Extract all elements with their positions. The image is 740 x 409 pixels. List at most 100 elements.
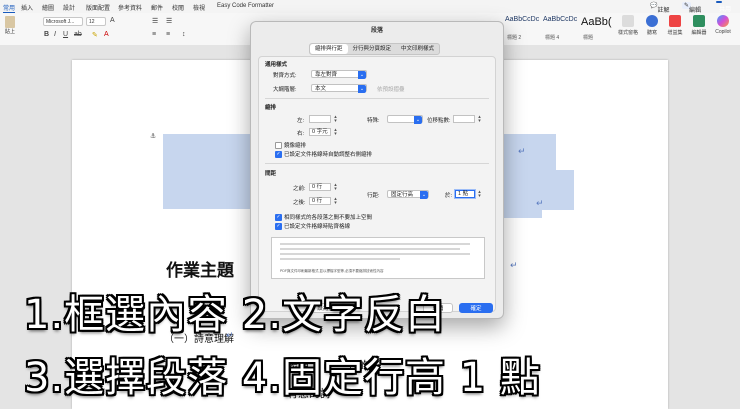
tab-indents-spacing[interactable]: 縮排與行距 [310, 44, 348, 54]
share-button[interactable]: 共用 [716, 1, 731, 13]
indent-right-label: 右: [297, 131, 305, 137]
indent-by-input[interactable] [453, 115, 475, 123]
microphone-icon [646, 15, 658, 27]
line-spacing-select[interactable]: 固定行高 ⌄ [387, 190, 429, 199]
editor-icon [693, 15, 705, 27]
spacing-before-label: 之前: [293, 186, 306, 192]
style-heading-2-preview: AaBbCcDc [505, 16, 540, 23]
paragraph-mark: ↵ [518, 146, 526, 156]
italic-button[interactable]: I [54, 31, 56, 38]
alignment-select[interactable]: 靠左對齊 ⌄ [311, 70, 367, 79]
style-heading-4-label: 標題 4 [545, 35, 560, 41]
overlay-caption-line-2: 3.選擇段落 4.固定行高 1 點 [24, 355, 541, 401]
indent-left-stepper[interactable]: ▴ ▾ [333, 115, 338, 124]
indent-by-stepper[interactable]: ▴ ▾ [477, 115, 482, 124]
indent-by-label: 位移點數: [427, 118, 451, 124]
preview-line [280, 258, 400, 260]
style-pane-button[interactable]: 樣式窗格 [617, 15, 639, 36]
overlay-caption-line-1: 1.框選內容 2.文字反白 [24, 292, 447, 338]
bullets-icon[interactable]: ☰ [152, 17, 158, 25]
tab-review[interactable]: 校閱 [172, 3, 184, 12]
editor-button[interactable]: 編輯器 [688, 15, 710, 36]
clipboard-icon [5, 16, 15, 28]
line-spacing-label: 行距: [367, 193, 380, 199]
copilot-button[interactable]: Copilot [712, 15, 734, 35]
edit-mode-button[interactable]: ✎ 編輯 [682, 2, 701, 14]
style-heading-2-label: 標題 2 [507, 35, 522, 41]
tab-view[interactable]: 檢視 [193, 3, 205, 12]
chevron-down-icon: ⌄ [358, 85, 366, 93]
ok-button[interactable]: 確定 [459, 303, 493, 313]
paragraph-preview: PDF與文件印刷最新格式,並以標楷字型等,必須不要縮排技術性內容 [271, 237, 485, 279]
highlight-icon[interactable]: ✎ [92, 31, 98, 39]
numbering-icon[interactable]: ☰ [166, 17, 172, 25]
tab-insert[interactable]: 插入 [21, 3, 33, 12]
paragraph-mark: ↵ [510, 260, 518, 270]
snap-to-grid-checkbox[interactable]: ✓ [275, 223, 282, 230]
indent-right-stepper[interactable]: ▴ ▾ [333, 128, 338, 137]
font-grow-icon[interactable]: A [110, 17, 115, 24]
spacing-after-input[interactable]: 0 行 [309, 197, 331, 205]
indent-left-input[interactable] [309, 115, 331, 123]
paragraph-dialog: 段落 縮排與行距 分行與分頁設定 中文印刷樣式 通用樣式 對齊方式: 靠左對齊 … [250, 21, 504, 319]
document-heading[interactable]: 作業主題 [166, 256, 234, 281]
anchor-icon: ⚓ [150, 133, 157, 140]
tab-design[interactable]: 設計 [63, 3, 75, 12]
align-center-icon[interactable]: ≡ [166, 31, 170, 38]
tab-draw[interactable]: 繪圖 [42, 3, 54, 12]
underline-button[interactable]: U [63, 31, 68, 38]
auto-adjust-indent-checkbox[interactable]: ✓ [275, 151, 282, 158]
style-title[interactable]: AaBb( 標題 [581, 16, 615, 42]
tab-references[interactable]: 參考資料 [118, 3, 142, 12]
style-heading-4[interactable]: AaBbCcDc 標題 4 [543, 16, 577, 42]
special-indent-select[interactable]: ⌄ [387, 115, 423, 124]
paste-button[interactable]: 貼上 [3, 16, 17, 35]
indent-left-label: 左: [297, 118, 305, 124]
bold-button[interactable]: B [44, 31, 49, 38]
tab-easy-code-formatter[interactable]: Easy Code Formatter [217, 3, 274, 9]
font-size-select[interactable]: 12 [86, 17, 106, 26]
alignment-label: 對齊方式: [273, 73, 297, 79]
comments-button[interactable]: 💬 註解 [650, 2, 670, 14]
spacing-after-stepper[interactable]: ▴ ▾ [333, 197, 338, 206]
chevron-down-icon: ⌄ [358, 71, 366, 79]
indent-heading: 縮排 [265, 105, 277, 111]
tab-home[interactable]: 常用 [3, 3, 16, 13]
preview-line [280, 243, 470, 245]
ribbon-tab-bar: 常用 插入 繪圖 設計 版面配置 參考資料 郵件 校閱 檢視 Easy Code… [0, 0, 740, 14]
line-spacing-value: 固定行高 [391, 192, 414, 198]
dialog-tab-bar: 縮排與行距 分行與分頁設定 中文印刷樣式 [309, 43, 441, 55]
tab-line-page-breaks[interactable]: 分行與分頁設定 [348, 44, 397, 54]
align-left-icon[interactable]: ≡ [152, 31, 156, 38]
outline-level-value: 本文 [315, 86, 327, 92]
spacing-before-input[interactable]: 0 行 [309, 183, 331, 191]
line-spacing-at-label: 於: [445, 193, 453, 199]
tab-asian-typography[interactable]: 中文印刷樣式 [396, 44, 439, 54]
tab-layout[interactable]: 版面配置 [86, 3, 110, 12]
paste-label: 貼上 [4, 29, 15, 35]
spacing-after-label: 之後: [293, 200, 306, 206]
dictate-button[interactable]: 聽寫 [641, 15, 663, 36]
strikethrough-button[interactable]: ab [74, 31, 82, 38]
selection-highlight-right-bottom [492, 170, 574, 210]
addins-button[interactable]: 增益集 [664, 15, 686, 36]
dialog-title: 段落 [370, 28, 383, 34]
addins-icon [669, 15, 681, 27]
no-space-same-style-checkbox[interactable]: ✓ [275, 214, 282, 221]
dialog-body: 通用樣式 對齊方式: 靠左對齊 ⌄ 大綱階層: 本文 ⌄ 依預設摺疊 縮排 左:… [258, 56, 496, 312]
outline-level-select[interactable]: 本文 ⌄ [311, 84, 367, 93]
line-spacing-at-stepper[interactable]: ▴ ▾ [477, 190, 482, 199]
indent-right-input[interactable]: 0 字元 [309, 128, 331, 136]
style-heading-2[interactable]: AaBbCcDc 標題 2 [505, 16, 539, 42]
divider [265, 163, 489, 164]
copilot-icon [717, 15, 729, 27]
font-name-select[interactable]: Microsoft J... [43, 17, 83, 26]
tab-mailings[interactable]: 郵件 [151, 3, 163, 12]
preview-line [280, 253, 470, 255]
addins-label: 增益集 [667, 30, 683, 36]
font-color-icon[interactable]: A [104, 31, 109, 38]
mirror-indent-checkbox[interactable] [275, 142, 282, 149]
line-spacing-icon[interactable]: ↕ [182, 31, 186, 38]
line-spacing-at-input[interactable]: 1 點 [455, 190, 475, 198]
spacing-before-stepper[interactable]: ▴ ▾ [333, 183, 338, 192]
